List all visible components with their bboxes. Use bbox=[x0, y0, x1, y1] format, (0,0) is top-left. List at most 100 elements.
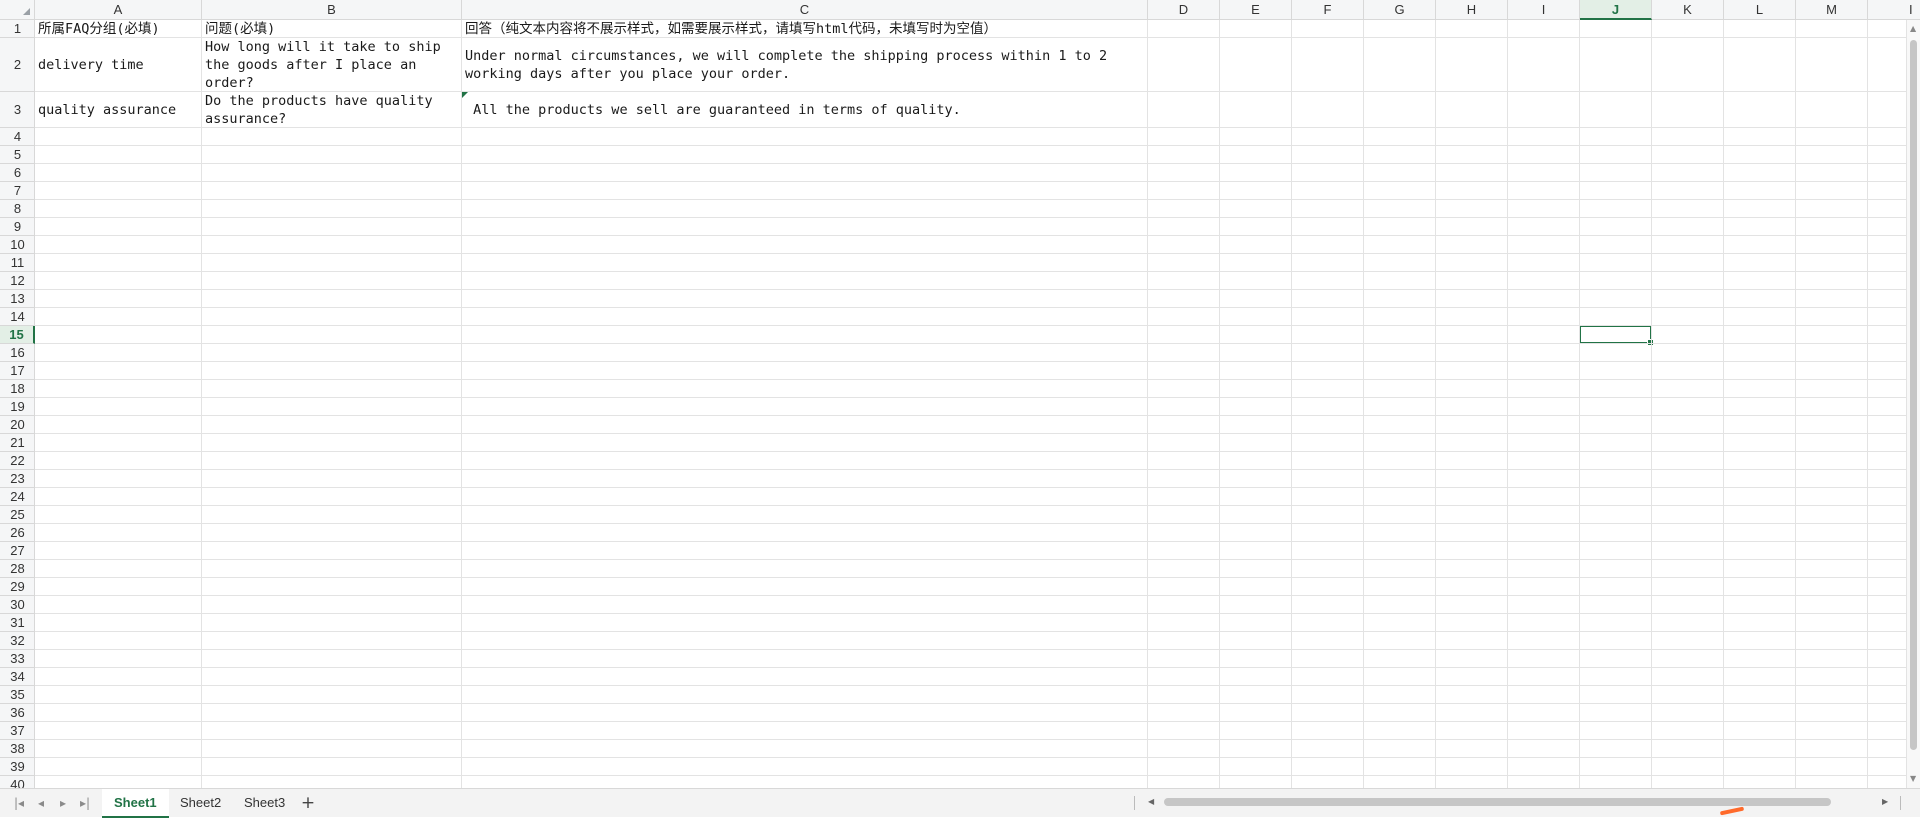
cell-c1[interactable]: 回答（纯文本内容将不展示样式，如需要展示样式，请填写html代码，未填写时为空值… bbox=[462, 20, 1147, 37]
row-header-7[interactable]: 7 bbox=[0, 182, 35, 200]
row-header-17[interactable]: 17 bbox=[0, 362, 35, 380]
column-header-f[interactable]: F bbox=[1292, 0, 1364, 20]
grid-line bbox=[35, 91, 1906, 92]
row-header-34[interactable]: 34 bbox=[0, 668, 35, 686]
cell-a1[interactable]: 所属FAQ分组(必填) bbox=[35, 20, 201, 37]
selected-cell-j15[interactable] bbox=[1579, 325, 1654, 346]
column-header-d[interactable]: D bbox=[1148, 0, 1220, 20]
grid-line bbox=[35, 775, 1906, 776]
column-header-l[interactable]: L bbox=[1724, 0, 1796, 20]
cell-b3[interactable]: Do the products have quality assurance? bbox=[202, 92, 461, 127]
last-sheet-icon[interactable]: ▸| bbox=[76, 794, 94, 812]
grid-line bbox=[35, 127, 1906, 128]
row-header-11[interactable]: 11 bbox=[0, 254, 35, 272]
row-header-13[interactable]: 13 bbox=[0, 290, 35, 308]
row-header-24[interactable]: 24 bbox=[0, 488, 35, 506]
row-header-20[interactable]: 20 bbox=[0, 416, 35, 434]
row-header-14[interactable]: 14 bbox=[0, 308, 35, 326]
row-header-22[interactable]: 22 bbox=[0, 452, 35, 470]
scroll-up-icon[interactable]: ▲ bbox=[1910, 24, 1916, 34]
grid-line bbox=[35, 163, 1906, 164]
grid-line bbox=[35, 325, 1906, 326]
column-header-j[interactable]: J bbox=[1580, 0, 1652, 20]
row-header-8[interactable]: 8 bbox=[0, 200, 35, 218]
cell-c3[interactable]: All the products we sell are guaranteed … bbox=[462, 92, 1147, 127]
column-header-b[interactable]: B bbox=[202, 0, 462, 20]
cell-c2[interactable]: Under normal circumstances, we will comp… bbox=[462, 38, 1147, 91]
next-sheet-icon[interactable]: ▸ bbox=[54, 794, 72, 812]
horizontal-scroll-thumb[interactable] bbox=[1164, 798, 1831, 806]
grid-line bbox=[461, 20, 462, 788]
horizontal-scrollbar[interactable] bbox=[1160, 798, 1880, 807]
cell-b1[interactable]: 问题(必填) bbox=[202, 20, 461, 37]
row-header-9[interactable]: 9 bbox=[0, 218, 35, 236]
grid-line bbox=[35, 613, 1906, 614]
first-sheet-icon[interactable]: |◂ bbox=[10, 794, 28, 812]
row-header-28[interactable]: 28 bbox=[0, 560, 35, 578]
scroll-right-icon[interactable]: ▶ bbox=[1882, 795, 1888, 809]
scroll-divider[interactable] bbox=[1134, 796, 1135, 810]
add-sheet-button[interactable]: + bbox=[297, 792, 319, 814]
row-header-37[interactable]: 37 bbox=[0, 722, 35, 740]
grid-line bbox=[35, 217, 1906, 218]
row-header-4[interactable]: 4 bbox=[0, 128, 35, 146]
row-header-39[interactable]: 39 bbox=[0, 758, 35, 776]
row-header-21[interactable]: 21 bbox=[0, 434, 35, 452]
column-header-e[interactable]: E bbox=[1220, 0, 1292, 20]
scroll-left-icon[interactable]: ◀ bbox=[1148, 795, 1154, 809]
row-header-38[interactable]: 38 bbox=[0, 740, 35, 758]
row-header-35[interactable]: 35 bbox=[0, 686, 35, 704]
row-header-15[interactable]: 15 bbox=[0, 326, 35, 344]
row-header-29[interactable]: 29 bbox=[0, 578, 35, 596]
row-header-10[interactable]: 10 bbox=[0, 236, 35, 254]
tab-sheet3[interactable]: Sheet3 bbox=[232, 789, 297, 816]
grid-line bbox=[35, 235, 1906, 236]
row-header-6[interactable]: 6 bbox=[0, 164, 35, 182]
column-header-g[interactable]: G bbox=[1364, 0, 1436, 20]
vertical-scrollbar[interactable]: ▲ ▼ bbox=[1906, 20, 1920, 788]
cell-a2[interactable]: delivery time bbox=[35, 38, 201, 91]
scroll-down-icon[interactable]: ▼ bbox=[1910, 774, 1916, 784]
vertical-scroll-thumb[interactable] bbox=[1910, 40, 1917, 750]
column-header-i[interactable]: I bbox=[1508, 0, 1580, 20]
column-header-h[interactable]: H bbox=[1436, 0, 1508, 20]
scroll-divider-right[interactable] bbox=[1900, 796, 1901, 810]
row-header-18[interactable]: 18 bbox=[0, 380, 35, 398]
sheet-tab-bar: |◂ ◂ ▸ ▸| Sheet1 Sheet2 Sheet3 + ◀ ▶ bbox=[0, 788, 1920, 818]
row-header-12[interactable]: 12 bbox=[0, 272, 35, 290]
cell-a3[interactable]: quality assurance bbox=[35, 92, 201, 127]
row-header-19[interactable]: 19 bbox=[0, 398, 35, 416]
row-header-33[interactable]: 33 bbox=[0, 650, 35, 668]
row-header-26[interactable]: 26 bbox=[0, 524, 35, 542]
cell-b2[interactable]: How long will it take to ship the goods … bbox=[202, 38, 461, 91]
row-header-25[interactable]: 25 bbox=[0, 506, 35, 524]
prev-sheet-icon[interactable]: ◂ bbox=[32, 794, 50, 812]
grid-line bbox=[35, 577, 1906, 578]
grid-line bbox=[35, 199, 1906, 200]
row-header-27[interactable]: 27 bbox=[0, 542, 35, 560]
row-header-40[interactable]: 40 bbox=[0, 776, 35, 788]
column-header-k[interactable]: K bbox=[1652, 0, 1724, 20]
row-header-36[interactable]: 36 bbox=[0, 704, 35, 722]
spreadsheet-area[interactable]: ABCDEFGHIJKLM 1 2 3 4 5 6 7 8 9 10 11 12 13 14 15 16 17 1… bbox=[0, 0, 1906, 788]
row-header-3[interactable]: 3 bbox=[0, 92, 35, 128]
row-header-31[interactable]: 31 bbox=[0, 614, 35, 632]
cell-grid[interactable]: 所属FAQ分组(必填) 问题(必填) 回答（纯文本内容将不展示样式，如需要展示样… bbox=[35, 20, 1906, 788]
select-all-corner[interactable] bbox=[0, 0, 35, 20]
column-header-c[interactable]: C bbox=[462, 0, 1148, 20]
column-header-a[interactable]: A bbox=[35, 0, 202, 20]
row-header-32[interactable]: 32 bbox=[0, 632, 35, 650]
grid-line bbox=[35, 433, 1906, 434]
grid-line bbox=[35, 541, 1906, 542]
column-header-m[interactable]: M bbox=[1796, 0, 1868, 20]
row-header-16[interactable]: 16 bbox=[0, 344, 35, 362]
row-header-2[interactable]: 2 bbox=[0, 38, 35, 92]
row-header-1[interactable]: 1 bbox=[0, 20, 35, 38]
grid-line bbox=[1795, 20, 1796, 788]
row-header-23[interactable]: 23 bbox=[0, 470, 35, 488]
grid-line bbox=[35, 253, 1906, 254]
row-header-30[interactable]: 30 bbox=[0, 596, 35, 614]
tab-sheet1[interactable]: Sheet1 bbox=[102, 789, 169, 818]
tab-sheet2[interactable]: Sheet2 bbox=[168, 789, 233, 816]
row-header-5[interactable]: 5 bbox=[0, 146, 35, 164]
